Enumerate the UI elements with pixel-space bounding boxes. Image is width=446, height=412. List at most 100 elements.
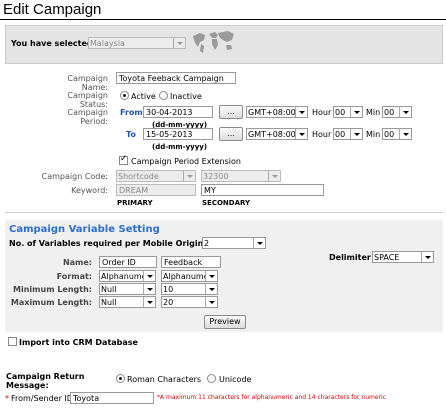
- var2-min-select[interactable]: 10: [161, 283, 218, 295]
- maximum-length-label: Maximum Length:: [10, 298, 92, 307]
- var2-min-value: 10: [163, 285, 174, 294]
- chevron-down-icon: [143, 284, 155, 294]
- unicode-radio[interactable]: [207, 374, 216, 383]
- preview-button[interactable]: Preview: [204, 315, 246, 329]
- var1-format-value: Alphanumeric: [101, 272, 145, 281]
- var2-max-value: 20: [163, 298, 174, 307]
- chevron-down-icon: [205, 297, 217, 307]
- var1-min-select[interactable]: Null: [99, 283, 156, 295]
- chevron-down-icon: [399, 129, 411, 139]
- chevron-down-icon: [183, 171, 195, 181]
- var2-format-select[interactable]: Alphanumeric: [161, 270, 218, 282]
- var2-name-input[interactable]: Feedback: [161, 256, 221, 268]
- variable-name-label: Name:: [62, 258, 92, 267]
- status-inactive-label: Inactive: [170, 92, 202, 101]
- code-type-select[interactable]: Shortcode: [116, 170, 196, 182]
- variable-count-label: No. of Variables required per Mobile Ori…: [9, 239, 230, 248]
- chevron-down-icon: [268, 171, 280, 181]
- from-hour-value: 00: [335, 108, 346, 117]
- chevron-down-icon: [253, 238, 265, 248]
- return-message-label-line1: Campaign Return: [6, 372, 85, 381]
- minimum-length-label: Minimum Length:: [13, 285, 92, 294]
- chevron-down-icon: [295, 107, 307, 117]
- campaign-period-label: Campaign Period:: [67, 108, 108, 126]
- page-title: Edit Campaign: [3, 1, 102, 18]
- var1-max-select[interactable]: Null: [99, 296, 156, 308]
- from-date-input[interactable]: 30-04-2013: [143, 106, 213, 118]
- country-select[interactable]: Malaysia: [88, 37, 186, 49]
- delimiter-label: Delimiter :: [329, 253, 377, 262]
- primary-caption: PRIMARY: [117, 199, 153, 207]
- crm-import-label: Import into CRM Database: [19, 338, 138, 347]
- variable-settings-heading: Campaign Variable Setting: [9, 224, 160, 235]
- var1-format-select[interactable]: Alphanumeric: [99, 270, 156, 282]
- chevron-down-icon: [350, 129, 362, 139]
- to-date-input[interactable]: 15-05-2013: [143, 128, 213, 140]
- country-select-value: Malaysia: [90, 39, 125, 48]
- period-extension-checkbox[interactable]: [119, 154, 128, 165]
- delimiter-select[interactable]: SPACE: [372, 251, 434, 263]
- to-timezone-select[interactable]: GMT+08:00: [246, 128, 308, 140]
- from-timezone-select[interactable]: GMT+08:00: [246, 106, 308, 118]
- primary-keyword-input[interactable]: DREAM: [116, 184, 196, 196]
- var1-min-value: Null: [101, 285, 117, 294]
- unicode-label: Unicode: [219, 375, 252, 384]
- campaign-name-input[interactable]: Toyota Feeback Campaign: [116, 72, 236, 84]
- delimiter-value: SPACE: [374, 253, 400, 262]
- crm-import-checkbox[interactable]: [8, 337, 17, 346]
- code-value-select[interactable]: 32300: [201, 170, 281, 182]
- chevron-down-icon: [205, 284, 217, 294]
- from-min-value: 00: [384, 108, 395, 117]
- var1-max-value: Null: [101, 298, 117, 307]
- variable-format-label: Format:: [56, 272, 92, 281]
- title-divider: [0, 19, 446, 20]
- campaign-code-label: Campaign Code:: [41, 172, 108, 181]
- var2-format-value: Alphanumeric: [163, 272, 207, 281]
- variable-count-value: 2: [204, 239, 210, 248]
- status-active-radio[interactable]: [120, 91, 129, 100]
- var1-name-input[interactable]: Order ID: [99, 256, 157, 268]
- from-label: From: [120, 108, 143, 117]
- chevron-down-icon: [143, 297, 155, 307]
- chevron-down-icon: [205, 271, 217, 281]
- period-extension-label: Campaign Period Extension: [131, 157, 241, 166]
- chevron-down-icon: [143, 271, 155, 281]
- variable-count-select[interactable]: 2: [202, 237, 266, 249]
- to-timezone-value: GMT+08:00: [248, 130, 296, 139]
- status-active-label: Active: [131, 92, 156, 101]
- chevron-down-icon: [350, 107, 362, 117]
- from-date-picker-button[interactable]: ...: [219, 105, 243, 119]
- to-hour-value: 00: [335, 130, 346, 139]
- code-value-text: 32300: [203, 172, 229, 181]
- to-date-format-hint: (dd-mm-yyyy): [152, 143, 208, 151]
- to-min-label: Min: [366, 130, 381, 139]
- chevron-down-icon: [295, 129, 307, 139]
- selected-label: You have selected:: [11, 39, 96, 48]
- chevron-down-icon: [421, 252, 433, 262]
- from-hour-select[interactable]: 00: [333, 106, 363, 118]
- world-map-icon: [193, 31, 234, 53]
- to-hour-label: Hour: [312, 130, 332, 139]
- sender-id-label: From/Sender ID :: [11, 394, 79, 403]
- status-inactive-radio[interactable]: [159, 91, 168, 100]
- return-message-label-line2: Message:: [6, 381, 49, 390]
- from-min-label: Min: [366, 108, 381, 117]
- to-hour-select[interactable]: 00: [333, 128, 363, 140]
- from-min-select[interactable]: 00: [382, 106, 412, 118]
- from-hour-label: Hour: [312, 108, 332, 117]
- campaign-name-label: Campaign Name:: [67, 74, 108, 92]
- var2-max-select[interactable]: 20: [161, 296, 218, 308]
- sender-id-note: *A maximum 11 characters for alphanumeri…: [157, 394, 386, 401]
- from-timezone-value: GMT+08:00: [248, 108, 296, 117]
- chevron-down-icon: [173, 38, 185, 48]
- to-min-value: 00: [384, 130, 395, 139]
- code-type-value: Shortcode: [118, 172, 159, 181]
- campaign-status-label: Campaign Status:: [67, 91, 108, 109]
- to-min-select[interactable]: 00: [382, 128, 412, 140]
- to-date-picker-button[interactable]: ...: [219, 127, 243, 141]
- to-label: To: [126, 130, 136, 139]
- sender-id-input[interactable]: Toyota: [70, 392, 154, 404]
- secondary-keyword-input[interactable]: MY: [201, 184, 324, 196]
- secondary-caption: SECONDARY: [202, 199, 251, 207]
- roman-characters-radio[interactable]: [116, 374, 125, 383]
